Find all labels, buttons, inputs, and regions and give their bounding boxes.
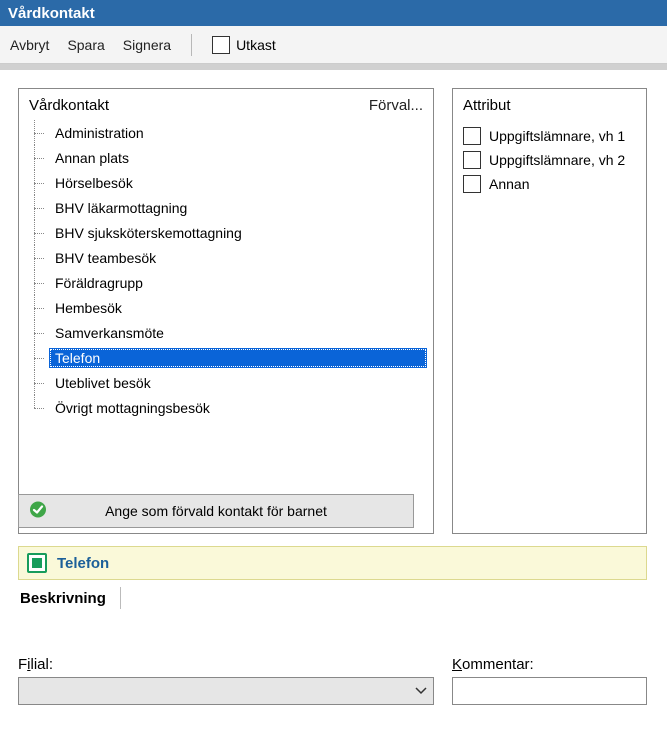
toolbar: Avbryt Spara Signera Utkast bbox=[0, 26, 667, 64]
tree-item[interactable]: Administration bbox=[25, 120, 427, 145]
toolbar-separator bbox=[191, 34, 192, 56]
save-button[interactable]: Spara bbox=[67, 37, 104, 53]
chevron-down-icon bbox=[415, 684, 427, 698]
attribute-label: Uppgiftslämnare, vh 1 bbox=[489, 128, 625, 144]
tree-connector bbox=[29, 395, 49, 420]
tree-item-label: Hörselbesök bbox=[49, 173, 427, 193]
attribute-label: Annan bbox=[489, 176, 529, 192]
tree-connector bbox=[29, 145, 49, 170]
tree-connector bbox=[29, 195, 49, 220]
draft-checkbox-wrap[interactable]: Utkast bbox=[212, 36, 276, 54]
main-content: Vårdkontakt Förval... Administration Anna… bbox=[0, 70, 667, 534]
check-circle-icon bbox=[29, 501, 47, 522]
tree-item-label: Samverkansmöte bbox=[49, 323, 427, 343]
tree-item[interactable]: Uteblivet besök bbox=[25, 370, 427, 395]
kommentar-field-group: Kommentar: bbox=[452, 656, 647, 705]
tree-connector bbox=[29, 170, 49, 195]
preset-link[interactable]: Förval... bbox=[369, 97, 423, 114]
filial-combobox[interactable] bbox=[18, 677, 434, 705]
kommentar-label: Kommentar: bbox=[452, 656, 647, 673]
attribute-panel: Attribut Uppgiftslämnare, vh 1Uppgiftslä… bbox=[452, 88, 647, 534]
contact-type-panel: Vårdkontakt Förval... Administration Anna… bbox=[18, 88, 434, 534]
tree-item-label: Övrigt mottagningsbesök bbox=[49, 398, 427, 418]
attribute-item[interactable]: Uppgiftslämnare, vh 2 bbox=[463, 148, 636, 172]
tree-item[interactable]: BHV läkarmottagning bbox=[25, 195, 427, 220]
tree-item[interactable]: Samverkansmöte bbox=[25, 320, 427, 345]
attribute-label: Uppgiftslämnare, vh 2 bbox=[489, 152, 625, 168]
tree-item[interactable]: Hörselbesök bbox=[25, 170, 427, 195]
tree-item[interactable]: BHV teambesök bbox=[25, 245, 427, 270]
window-title-bar: Vårdkontakt bbox=[0, 0, 667, 26]
tree-item-label: BHV läkarmottagning bbox=[49, 198, 427, 218]
sign-button[interactable]: Signera bbox=[123, 37, 171, 53]
tree-item-label: Uteblivet besök bbox=[49, 373, 427, 393]
tree-item[interactable]: Telefon bbox=[25, 345, 427, 370]
tree-item-label: Telefon bbox=[49, 348, 427, 368]
tree-connector bbox=[29, 270, 49, 295]
tree-item-label: Hembesök bbox=[49, 298, 427, 318]
kommentar-input[interactable] bbox=[452, 677, 647, 705]
tree-item-label: Annan plats bbox=[49, 148, 427, 168]
cancel-button[interactable]: Avbryt bbox=[10, 37, 49, 53]
contact-panel-title: Vårdkontakt bbox=[29, 97, 109, 114]
attribute-checkbox[interactable] bbox=[463, 175, 481, 193]
draft-label: Utkast bbox=[236, 37, 276, 53]
selected-contact-bar: Telefon bbox=[18, 546, 647, 580]
selected-contact-label: Telefon bbox=[57, 555, 109, 572]
attribute-checkbox[interactable] bbox=[463, 151, 481, 169]
tree-connector bbox=[29, 220, 49, 245]
draft-checkbox[interactable] bbox=[212, 36, 230, 54]
tree-item[interactable]: BHV sjuksköterskemottagning bbox=[25, 220, 427, 245]
tree-item-label: BHV sjuksköterskemottagning bbox=[49, 223, 427, 243]
attribute-panel-title: Attribut bbox=[463, 97, 511, 114]
tree-connector bbox=[29, 245, 49, 270]
tree-item[interactable]: Övrigt mottagningsbesök bbox=[25, 395, 427, 420]
tree-item[interactable]: Annan plats bbox=[25, 145, 427, 170]
tree-connector bbox=[29, 345, 49, 370]
attribute-list: Uppgiftslämnare, vh 1 Uppgiftslämnare, vh… bbox=[453, 120, 646, 200]
set-default-contact-label: Ange som förvald kontakt för barnet bbox=[105, 503, 327, 519]
description-row: Beskrivning bbox=[18, 580, 647, 616]
default-button-wrap: Ange som förvald kontakt för barnet bbox=[18, 488, 420, 534]
filial-label: Filial: bbox=[18, 656, 434, 673]
tree-item-label: Föräldragrupp bbox=[49, 273, 427, 293]
tree-item-label: Administration bbox=[49, 123, 427, 143]
tree-item-label: BHV teambesök bbox=[49, 248, 427, 268]
tree-item[interactable]: Föräldragrupp bbox=[25, 270, 427, 295]
set-default-contact-button[interactable]: Ange som förvald kontakt för barnet bbox=[18, 494, 414, 528]
description-separator bbox=[120, 587, 121, 609]
bottom-fields: Filial: Kommentar: bbox=[18, 656, 667, 705]
attribute-panel-header: Attribut bbox=[453, 89, 646, 120]
filial-field-group: Filial: bbox=[18, 656, 434, 705]
tree-connector bbox=[29, 320, 49, 345]
description-label: Beskrivning bbox=[18, 590, 106, 607]
tree-connector bbox=[29, 370, 49, 395]
attribute-item[interactable]: Uppgiftslämnare, vh 1 bbox=[463, 124, 636, 148]
attribute-item[interactable]: Annan bbox=[463, 172, 636, 196]
tree-connector bbox=[29, 295, 49, 320]
contact-panel-header: Vårdkontakt Förval... bbox=[19, 89, 433, 120]
tree-item[interactable]: Hembesök bbox=[25, 295, 427, 320]
tree-connector bbox=[29, 120, 49, 145]
window-title: Vårdkontakt bbox=[8, 5, 95, 22]
selected-contact-icon bbox=[27, 553, 47, 573]
attribute-checkbox[interactable] bbox=[463, 127, 481, 145]
contact-type-tree: Administration Annan plats Hörselbesök BHV … bbox=[19, 120, 433, 426]
